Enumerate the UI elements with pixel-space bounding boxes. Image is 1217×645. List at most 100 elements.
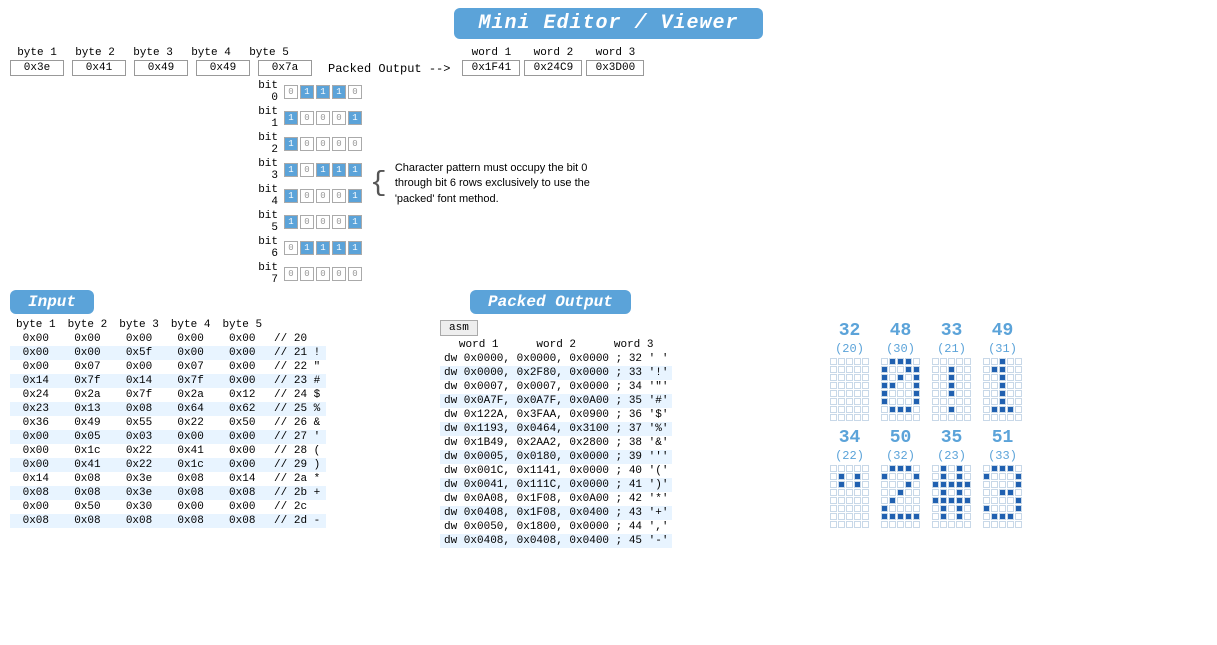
glyph-pixel [964, 390, 971, 397]
glyph-pixel [1015, 505, 1022, 512]
glyph-pixel [964, 505, 971, 512]
glyph-pixel [913, 382, 920, 389]
glyph-pixel [948, 481, 955, 488]
col-header-byte3: byte 3 [113, 318, 165, 332]
byte-val-5: 0x7a [258, 60, 312, 76]
glyph-grid [983, 358, 1022, 421]
table-row: 0x230x130x080x640x62// 25 % [10, 402, 326, 416]
glyph-pixel [1015, 390, 1022, 397]
byte-cell: 0x00 [10, 360, 62, 374]
bit-row-label: bit 6 [250, 236, 282, 260]
glyph-pixel [999, 465, 1006, 472]
glyph-pixel [932, 473, 939, 480]
glyph-pixel [838, 489, 845, 496]
glyph-pixel [889, 505, 896, 512]
glyph-pixel [999, 406, 1006, 413]
glyph-grid [881, 358, 920, 421]
byte-cell: 0x00 [10, 430, 62, 444]
bit-cell: 1 [284, 215, 298, 229]
glyph-pixel [854, 406, 861, 413]
glyph-pixel [948, 513, 955, 520]
glyph-pixel [913, 481, 920, 488]
glyph-number: 51 [992, 429, 1014, 447]
glyph-pixel [846, 382, 853, 389]
bit-row-label: bit 2 [250, 132, 282, 156]
glyph-pixel [991, 505, 998, 512]
byte-cell: 0x36 [10, 416, 62, 430]
comment-cell: // 23 # [268, 374, 326, 388]
glyph-grid [881, 465, 920, 528]
byte-label-1: byte 1 [10, 47, 64, 59]
comment-cell: // 29 ) [268, 458, 326, 472]
packed-row: dw 0x0000, 0x2F80, 0x0000 ; 33 '!' [440, 366, 672, 380]
byte-cell: 0x00 [165, 346, 217, 360]
glyph-pixel [1007, 465, 1014, 472]
glyph-pixel [948, 489, 955, 496]
glyph-pixel [1015, 513, 1022, 520]
glyph-pixel [948, 465, 955, 472]
glyph-pixel [846, 489, 853, 496]
byte-cell: 0x3e [113, 472, 165, 486]
glyph-pixel [897, 497, 904, 504]
bit-cell: 0 [300, 189, 314, 203]
glyph-pixel [830, 382, 837, 389]
glyph-pixel [999, 481, 1006, 488]
glyph-pixel [932, 406, 939, 413]
bit-row: bit 001110 [250, 80, 362, 104]
glyph-pixel [1007, 513, 1014, 520]
glyph-pixel [983, 513, 990, 520]
glyph-number-sub: (33) [988, 449, 1017, 463]
input-table: byte 1 byte 2 byte 3 byte 4 byte 5 0x000… [10, 318, 326, 528]
glyph-pixel [889, 358, 896, 365]
glyph-pixel [881, 358, 888, 365]
glyph-pixel [889, 382, 896, 389]
glyph-pixel [838, 398, 845, 405]
glyph-pixel [905, 473, 912, 480]
glyph-pixel [905, 366, 912, 373]
glyph-pixel [956, 497, 963, 504]
input-section: byte 1 byte 2 byte 3 byte 4 byte 5 0x000… [10, 318, 430, 645]
glyph-pixel [940, 390, 947, 397]
glyph-pixel [838, 390, 845, 397]
glyph-pixel [1015, 497, 1022, 504]
glyph-pixel [854, 465, 861, 472]
glyph-pixel [889, 513, 896, 520]
glyph-pixel [1007, 481, 1014, 488]
glyph-pixel [940, 497, 947, 504]
glyph-pixel [991, 390, 998, 397]
glyph-pixel [991, 406, 998, 413]
bit-cell: 1 [348, 163, 362, 177]
glyph-pixel [838, 513, 845, 520]
glyph-pixel [932, 481, 939, 488]
glyph-pixel [862, 497, 869, 504]
glyph-pixel [983, 465, 990, 472]
byte-cell: 0x00 [165, 332, 217, 346]
glyph-pixel [897, 382, 904, 389]
bit-cell: 1 [348, 111, 362, 125]
glyph-pixel [983, 398, 990, 405]
glyph-item: 51 (33) [983, 429, 1022, 528]
byte-cell: 0x7f [113, 388, 165, 402]
glyph-pixel [948, 521, 955, 528]
glyph-pixel [956, 382, 963, 389]
table-row: 0x080x080x3e0x080x08// 2b + [10, 486, 326, 500]
glyph-pixel [999, 513, 1006, 520]
table-row: 0x080x080x080x080x08// 2d - [10, 514, 326, 528]
glyph-pixel [862, 481, 869, 488]
glyph-pixel [932, 382, 939, 389]
asm-tab[interactable]: asm [440, 320, 478, 336]
bit-row: bit 310111 [250, 158, 362, 182]
glyph-pixel [956, 366, 963, 373]
glyph-pixel [854, 366, 861, 373]
byte-cell: 0x00 [62, 332, 114, 346]
glyph-pixel [846, 497, 853, 504]
bit-cell: 0 [332, 137, 346, 151]
col-header-byte5: byte 5 [216, 318, 268, 332]
glyph-pixel [905, 398, 912, 405]
glyph-pixel [897, 406, 904, 413]
glyph-pixel [991, 465, 998, 472]
bit-cell: 0 [300, 137, 314, 151]
glyph-pixel [913, 497, 920, 504]
glyph-pixel [964, 513, 971, 520]
packed-row: dw 0x0000, 0x0000, 0x0000 ; 32 ' ' [440, 352, 672, 366]
